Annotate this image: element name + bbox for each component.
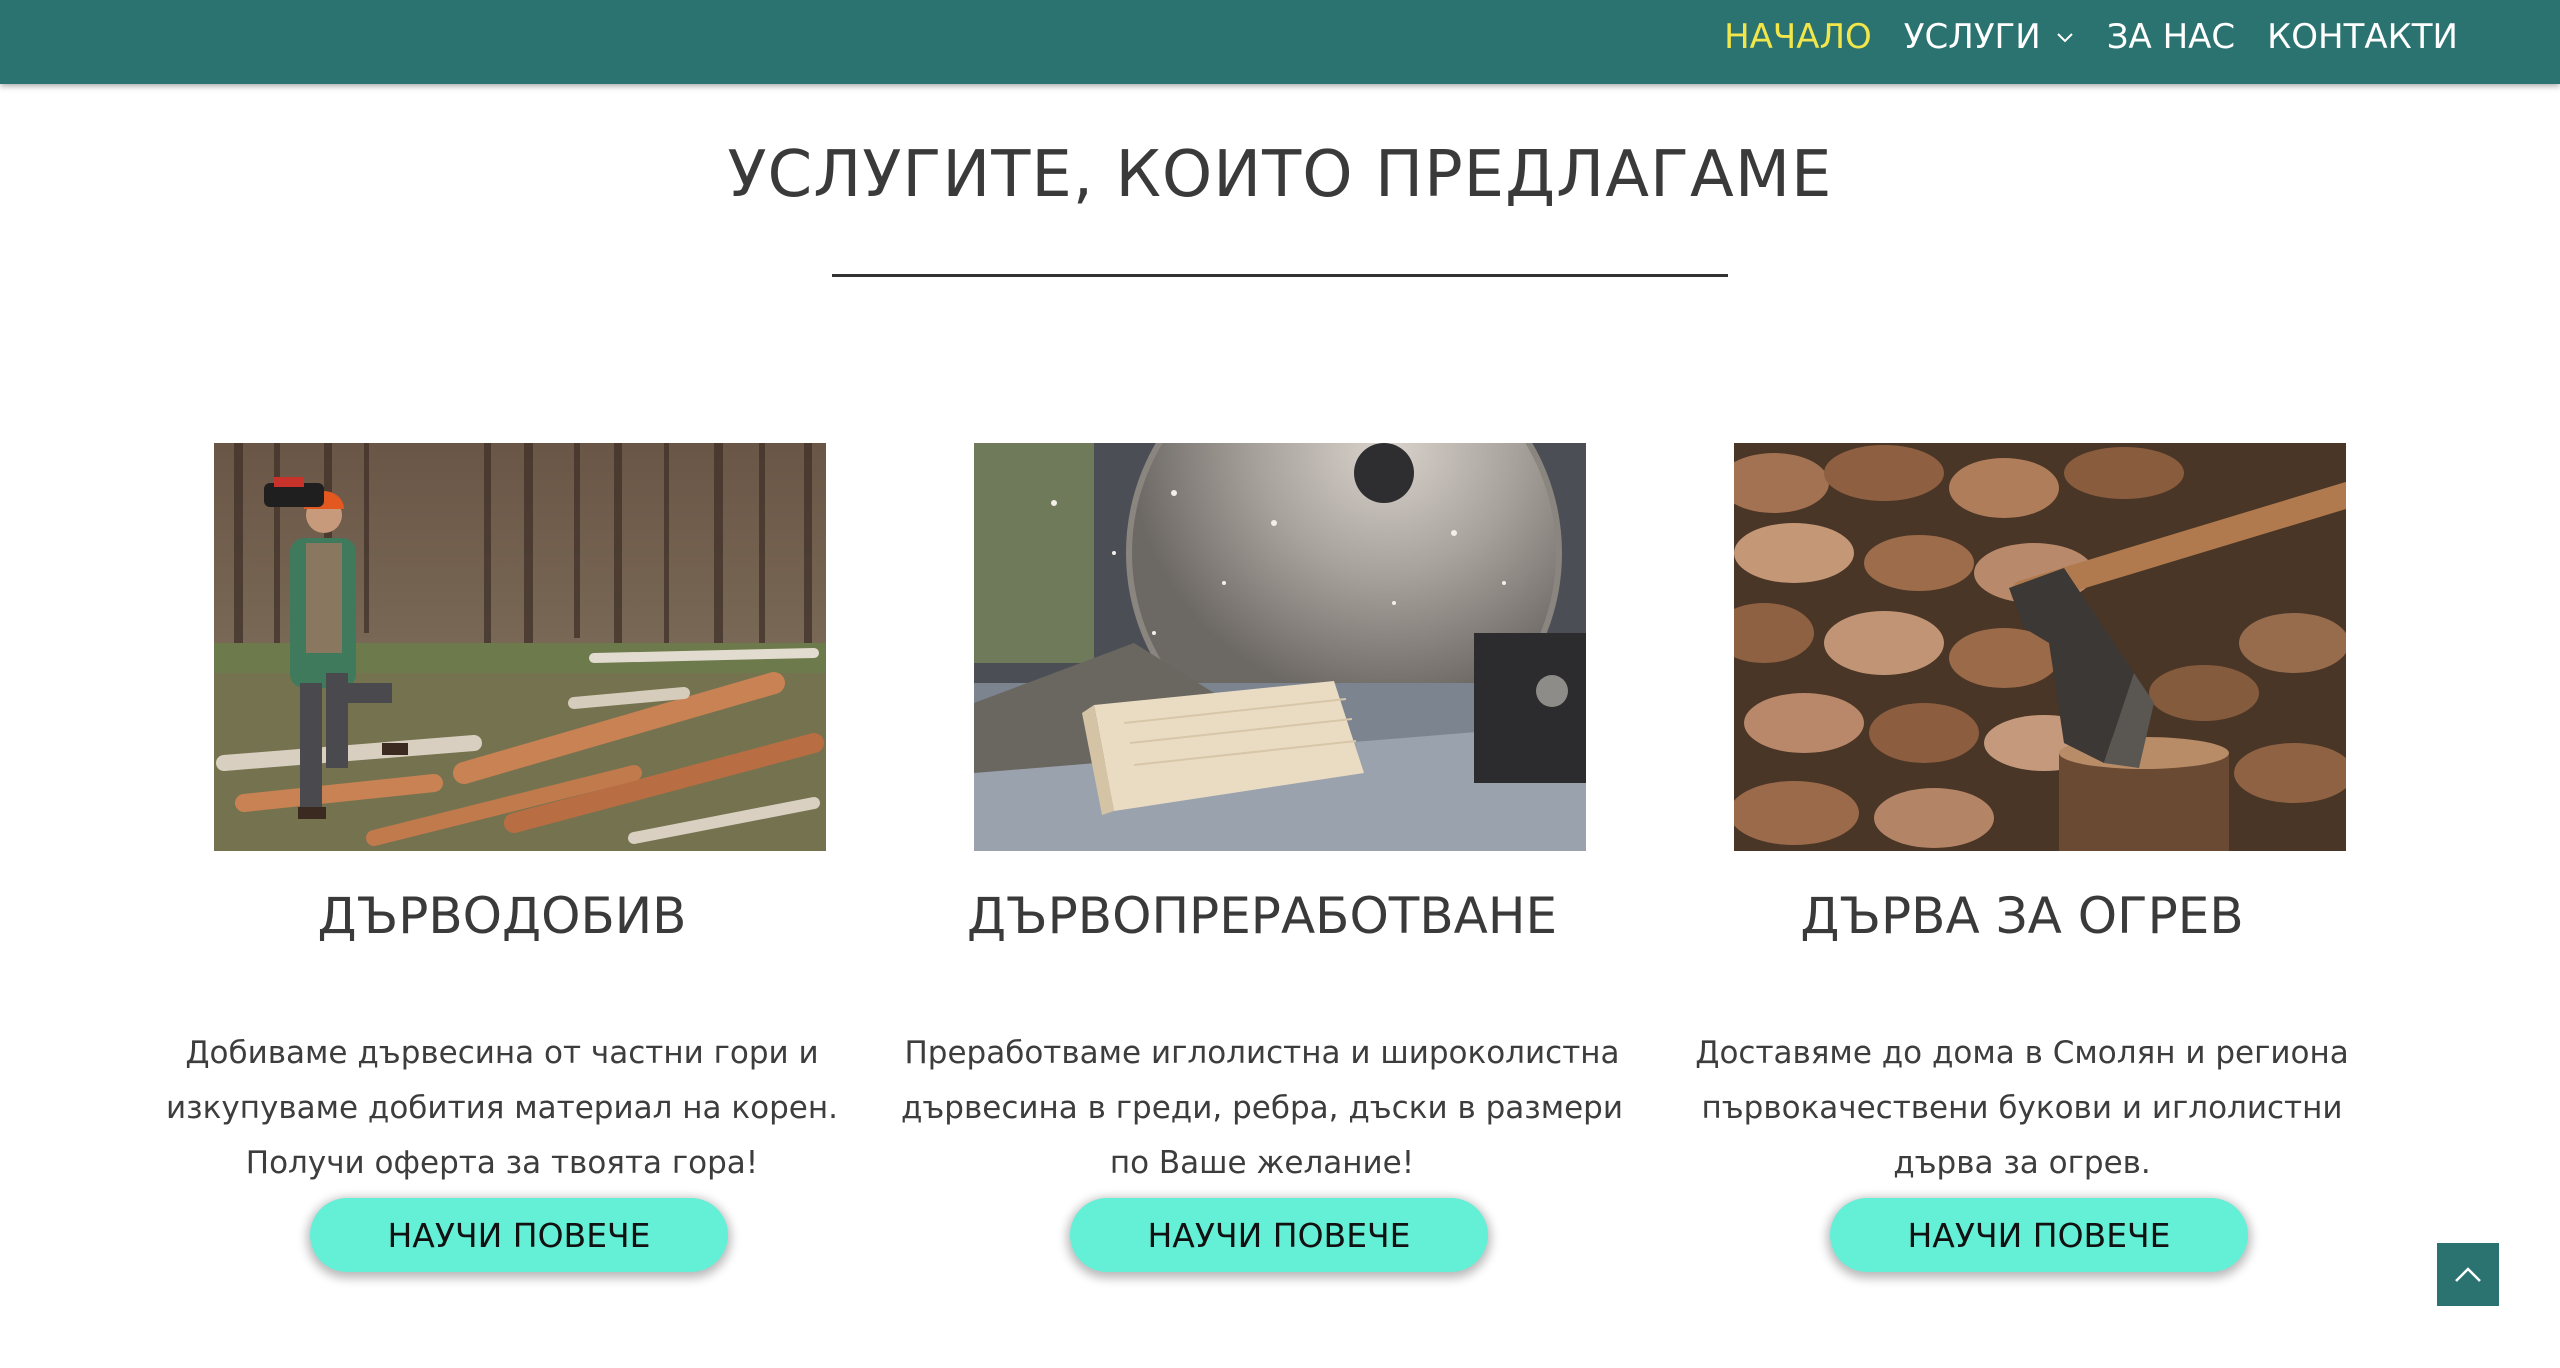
- service-description: Преработваме иглолистна и широколистна д…: [900, 1035, 1624, 1181]
- chevron-up-icon: [2455, 1266, 2481, 1282]
- service-heading: ДЪРВОПРЕРАБОТВАНЕ: [966, 887, 1558, 945]
- nav-item-services-label: УСЛУГИ: [1903, 17, 2041, 57]
- service-description: Добиваме дървесина от частни гори и изку…: [166, 1035, 838, 1181]
- service-heading: ДЪРВА ЗА ОГРЕВ: [1800, 887, 2244, 945]
- service-heading: ДЪРВОДОБИВ: [317, 887, 687, 945]
- learn-more-button[interactable]: НАУЧИ ПОВЕЧЕ: [1070, 1198, 1488, 1272]
- nav-item-contacts[interactable]: КОНТАКТИ: [2267, 17, 2458, 57]
- service-image-wood-processing: [974, 443, 1586, 851]
- service-image-firewood: [1734, 443, 2346, 851]
- learn-more-button[interactable]: НАУЧИ ПОВЕЧЕ: [1830, 1198, 2248, 1272]
- learn-more-button[interactable]: НАУЧИ ПОВЕЧЕ: [310, 1198, 728, 1272]
- title-divider: [832, 274, 1728, 277]
- scroll-to-top-button[interactable]: [2437, 1243, 2499, 1306]
- site-header: НАЧАЛО УСЛУГИ ЗА НАС КОНТАКТИ: [0, 0, 2560, 84]
- nav-item-services[interactable]: УСЛУГИ: [1904, 17, 2075, 57]
- nav-item-about[interactable]: ЗА НАС: [2107, 17, 2235, 57]
- service-image-logging: [214, 443, 826, 851]
- section-title: УСЛУГИТЕ, КОИТО ПРЕДЛАГАМЕ: [727, 138, 1833, 212]
- service-description: Доставяме до дома в Смолян и региона пър…: [1695, 1035, 2349, 1181]
- nav-item-home[interactable]: НАЧАЛО: [1724, 17, 1872, 57]
- main-nav: НАЧАЛО УСЛУГИ ЗА НАС КОНТАКТИ: [1724, 0, 2458, 74]
- chevron-down-icon: [2057, 33, 2073, 43]
